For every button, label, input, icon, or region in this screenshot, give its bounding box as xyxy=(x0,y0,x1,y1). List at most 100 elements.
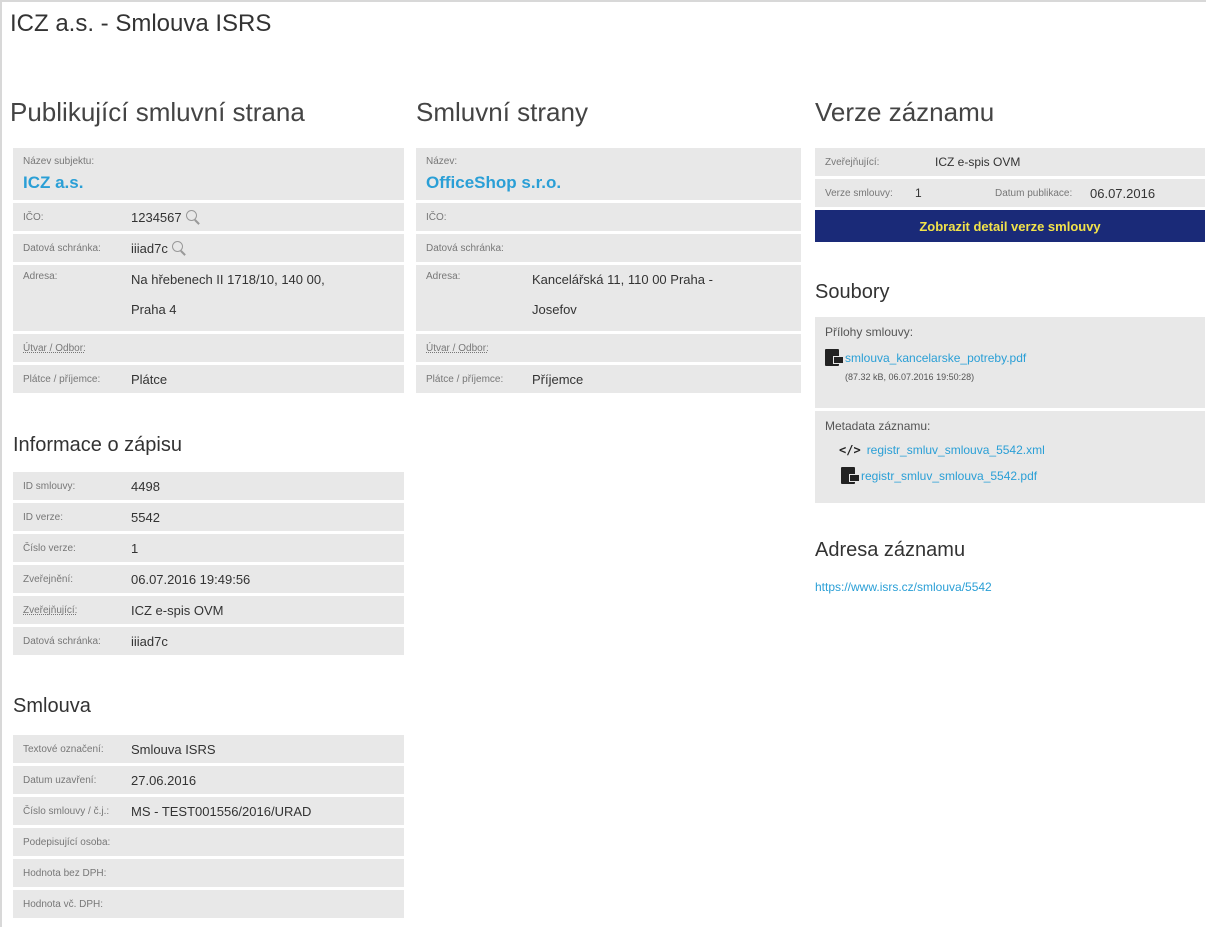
search-icon[interactable] xyxy=(185,210,200,224)
publisher-address-line2: Praha 4 xyxy=(131,302,177,317)
metadata-pdf-link[interactable]: registr_smluv_smlouva_5542.pdf xyxy=(861,469,1037,483)
publication-date-label: Datum publikace: xyxy=(995,187,1073,199)
contract-date-value: 27.06.2016 xyxy=(131,772,197,788)
publisher-address-value: Na hřebenech II 1718/10, 140 00, Praha 4 xyxy=(131,265,325,325)
party-payer-label: Plátce / příjemce: xyxy=(426,373,504,385)
record-address-link[interactable]: https://www.isrs.cz/smlouva/5542 xyxy=(815,580,992,594)
version-publisher-row: Zveřejňující: ICZ e-spis OVM xyxy=(815,148,1205,176)
party-department-label: Útvar / Odbor: xyxy=(426,342,489,354)
contract-row: Hodnota bez DPH: xyxy=(13,859,404,887)
record-info-row: Zveřejnění: 06.07.2016 19:49:56 xyxy=(13,565,404,593)
attachments-box: Přílohy smlouvy: smlouva_kancelarske_pot… xyxy=(815,317,1205,408)
metadata-label: Metadata záznamu: xyxy=(825,419,931,433)
record-info-row: Číslo verze: 1 xyxy=(13,534,404,562)
publisher-ico-value: 1234567 xyxy=(131,209,182,225)
contract-text-value: Smlouva ISRS xyxy=(131,741,216,757)
search-icon[interactable] xyxy=(171,241,186,255)
version-publisher-label: Zveřejňující: xyxy=(825,156,880,168)
code-icon: </> xyxy=(839,443,861,457)
version-info-row: Verze smlouvy: 1 Datum publikace: 06.07.… xyxy=(815,179,1205,207)
version-number-value: 1 xyxy=(915,186,922,200)
contract-number-value: MS - TEST001556/2016/URAD xyxy=(131,803,312,819)
value-with-vat-label: Hodnota vč. DPH: xyxy=(23,898,104,910)
contract-row: Datum uzavření: 27.06.2016 xyxy=(13,766,404,794)
contract-id-value: 4498 xyxy=(131,478,160,494)
show-version-detail-button[interactable]: Zobrazit detail verze smlouvy xyxy=(815,210,1205,242)
attachment-item: smlouva_kancelarske_potreby.pdf xyxy=(825,349,1195,366)
publisher-payer-value: Plátce xyxy=(131,371,168,387)
publisher-name[interactable]: ICZ a.s. xyxy=(23,173,394,193)
publisher-payer-label: Plátce / příjemce: xyxy=(23,373,101,385)
publisher-heading: Publikující smluvní strana xyxy=(10,97,305,127)
party-payer-value: Příjemce xyxy=(532,371,584,387)
party-address-line1: Kancelářská 11, 110 00 Praha - xyxy=(532,272,713,287)
contract-row: Číslo smlouvy / č.j.: MS - TEST001556/20… xyxy=(13,797,404,825)
signatory-label: Podepisující osoba: xyxy=(23,836,111,848)
files-panel: Přílohy smlouvy: smlouva_kancelarske_pot… xyxy=(815,317,1205,506)
party-databox-row: Datová schránka: xyxy=(416,234,801,262)
pdf-file-icon xyxy=(825,349,844,366)
record-info-heading: Informace o zápisu xyxy=(13,434,182,456)
top-border xyxy=(0,0,1206,2)
publisher-address-row: Adresa: Na hřebenech II 1718/10, 140 00,… xyxy=(13,265,404,331)
publisher-label: Zveřejňující: xyxy=(23,604,78,616)
party-ico-label: IČO: xyxy=(426,211,447,223)
publisher-name-label: Název subjektu: xyxy=(23,156,95,167)
party-department-row: Útvar / Odbor: xyxy=(416,334,801,362)
contract-number-label: Číslo smlouvy / č.j.: xyxy=(23,805,110,817)
party-name-row: Název: OfficeShop s.r.o. xyxy=(416,148,801,200)
publisher-address-label: Adresa: xyxy=(23,271,58,282)
metadata-box: Metadata záznamu: </> registr_smluv_smlo… xyxy=(815,411,1205,503)
publisher-ico-label: IČO: xyxy=(23,211,44,223)
publisher-databox-row: Datová schránka: iiiad7c xyxy=(13,234,404,262)
party-address-line2: Josefov xyxy=(532,302,577,317)
attachments-label: Přílohy smlouvy: xyxy=(825,325,914,339)
publisher-department-row: Útvar / Odbor: xyxy=(13,334,404,362)
contract-panel: Textové označení: Smlouva ISRS Datum uza… xyxy=(13,735,404,921)
version-number-value: 1 xyxy=(131,540,139,556)
metadata-xml-link[interactable]: registr_smluv_smlouva_5542.xml xyxy=(867,443,1045,457)
party-ico-row: IČO: xyxy=(416,203,801,231)
party-address-value: Kancelářská 11, 110 00 Praha - Josefov xyxy=(532,265,713,325)
attachment-meta: (87.32 kB, 06.07.2016 19:50:28) xyxy=(845,372,975,382)
databox-label: Datová schránka: xyxy=(23,635,101,647)
files-heading: Soubory xyxy=(815,281,890,303)
publication-date-value: 06.07.2016 xyxy=(1090,185,1156,201)
version-id-value: 5542 xyxy=(131,509,160,525)
party-name[interactable]: OfficeShop s.r.o. xyxy=(426,173,791,193)
metadata-pdf-item: registr_smluv_smlouva_5542.pdf xyxy=(841,467,1195,484)
record-info-row: Datová schránka: iiiad7c xyxy=(13,627,404,655)
left-border xyxy=(0,0,2,927)
version-id-label: ID verze: xyxy=(23,511,64,523)
publisher-address-line1: Na hřebenech II 1718/10, 140 00, xyxy=(131,272,325,287)
version-heading: Verze záznamu xyxy=(815,97,995,127)
publisher-ico-row: IČO: 1234567 xyxy=(13,203,404,231)
parties-heading: Smluvní strany xyxy=(416,97,588,127)
version-publisher-value: ICZ e-spis OVM xyxy=(935,155,1021,169)
contract-id-label: ID smlouvy: xyxy=(23,480,76,492)
party-databox-label: Datová schránka: xyxy=(426,242,504,254)
databox-value: iiiad7c xyxy=(131,633,168,649)
contract-row: Textové označení: Smlouva ISRS xyxy=(13,735,404,763)
publisher-value: ICZ e-spis OVM xyxy=(131,602,224,618)
version-number-label: Verze smlouvy: xyxy=(825,187,893,199)
party-name-label: Název: xyxy=(426,156,458,167)
publisher-databox-label: Datová schránka: xyxy=(23,242,101,254)
publisher-name-row: Název subjektu: ICZ a.s. xyxy=(13,148,404,200)
version-panel: Zveřejňující: ICZ e-spis OVM Verze smlou… xyxy=(815,148,1205,245)
publisher-databox-value: iiiad7c xyxy=(131,240,168,256)
contract-heading: Smlouva xyxy=(13,695,91,717)
record-info-row: Zveřejňující: ICZ e-spis OVM xyxy=(13,596,404,624)
publisher-department-label: Útvar / Odbor: xyxy=(23,342,86,354)
metadata-xml-item: </> registr_smluv_smlouva_5542.xml xyxy=(839,443,1195,457)
version-number-label: Číslo verze: xyxy=(23,542,76,554)
publication-date-value: 06.07.2016 19:49:56 xyxy=(131,571,251,587)
parties-panel: Název: OfficeShop s.r.o. IČO: Datová sch… xyxy=(416,148,801,396)
attachment-link[interactable]: smlouva_kancelarske_potreby.pdf xyxy=(845,351,1026,365)
record-address-heading: Adresa záznamu xyxy=(815,539,966,561)
record-info-row: ID verze: 5542 xyxy=(13,503,404,531)
contract-date-label: Datum uzavření: xyxy=(23,774,97,786)
contract-row: Hodnota vč. DPH: xyxy=(13,890,404,918)
publication-date-label: Zveřejnění: xyxy=(23,573,74,585)
record-info-row: ID smlouvy: 4498 xyxy=(13,472,404,500)
